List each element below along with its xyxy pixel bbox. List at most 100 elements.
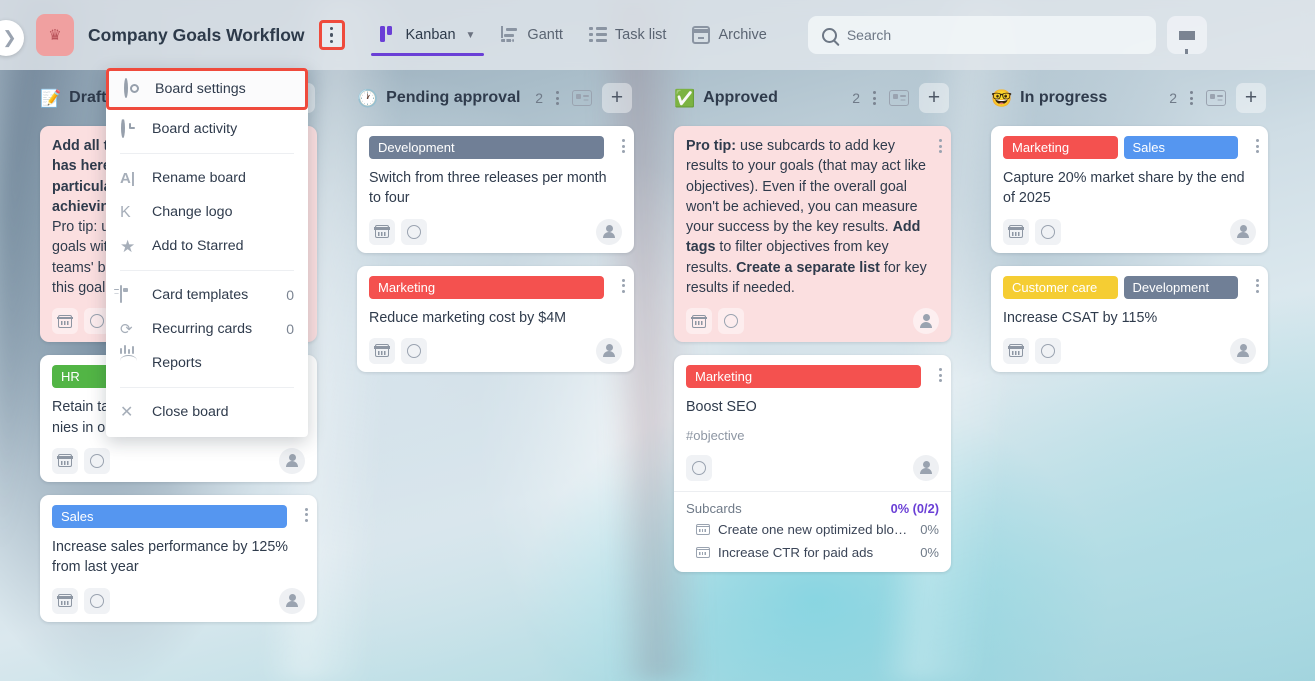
tag[interactable]: Sales [52,504,287,528]
avatar[interactable] [279,447,305,474]
tab-kanban[interactable]: Kanban ▼ [367,0,489,70]
card-menu-button[interactable] [622,139,625,153]
card-tags: Sales [52,504,305,528]
board-logo[interactable]: ♛ [36,14,74,56]
avatar[interactable] [279,587,305,614]
subcard-row[interactable]: Create one new optimized blog pos... 0% [686,518,939,541]
subcards-label: Subcards [686,500,742,516]
tab-gantt-label: Gantt [527,27,563,43]
card[interactable]: Marketing Sales Capture 20% market share… [991,126,1268,253]
column-card-count: 2 [1169,90,1177,106]
tab-task-list[interactable]: Task list [576,0,680,70]
card-menu-button[interactable] [622,278,625,293]
card-menu-button[interactable] [939,368,942,383]
close-x-icon: ✕ [120,403,134,421]
column-menu-button[interactable] [551,87,564,109]
avatar[interactable] [596,218,622,245]
card[interactable]: Pro tip: use subcards to add key results… [674,126,951,343]
status-circle-icon[interactable] [686,454,712,481]
filter-funnel-icon [1178,30,1195,54]
card-text: Boost SEO [686,399,757,416]
menu-item-add-to-starred[interactable]: ★ Add to Starred [106,229,308,263]
card-menu-button[interactable] [939,139,942,153]
search-box[interactable] [807,16,1156,54]
board-menu-button[interactable] [318,20,345,50]
calendar-icon[interactable] [686,308,712,335]
status-circle-icon[interactable] [84,587,110,614]
search-input[interactable] [846,27,1142,43]
tag[interactable]: Development [1123,275,1238,299]
column-menu-button[interactable] [1185,87,1198,109]
refresh-cycle-icon: ⟳ [120,320,133,338]
calendar-icon[interactable] [52,308,78,335]
avatar[interactable] [596,337,622,364]
card-tags: Marketing [369,275,622,299]
calendar-icon[interactable] [369,337,395,364]
chevron-down-icon[interactable]: ▼ [466,30,476,41]
subcard-row[interactable]: Increase CTR for paid ads 0% [686,541,939,564]
avatar[interactable] [1230,337,1256,364]
archive-icon [692,26,711,44]
card-menu-button[interactable] [1256,278,1259,293]
top-bar: ♛ Company Goals Workflow Kanban ▼ Gantt … [0,0,1315,70]
menu-item-label: Board activity [152,121,238,137]
avatar[interactable] [913,454,939,481]
menu-item-recurring-cards[interactable]: ⟳ Recurring cards 0 [106,312,308,346]
status-circle-icon[interactable] [401,218,427,245]
tag[interactable]: Customer care [1003,275,1118,299]
calendar-icon[interactable] [369,218,395,245]
status-circle-icon[interactable] [84,447,110,474]
menu-item-card-templates[interactable]: Card templates 0 [106,278,308,312]
card[interactable]: Marketing Reduce marketing cost by $4M [357,265,634,372]
card[interactable]: Marketing Boost SEO #objective Subcards … [674,355,951,572]
card-template-icon[interactable] [572,90,592,106]
status-circle-icon[interactable] [1035,337,1061,364]
filter-button[interactable] [1166,16,1207,54]
tag[interactable]: Development [369,136,604,159]
card-menu-button[interactable] [305,507,308,522]
card-menu-button[interactable] [1256,139,1259,153]
status-circle-icon[interactable] [1035,218,1061,245]
subcard-label: Create one new optimized blog pos... [718,521,913,537]
menu-divider [120,270,294,271]
menu-item-close-board[interactable]: ✕ Close board [106,395,308,429]
clock-icon: 🕐 [357,88,379,108]
card-template-icon[interactable] [889,90,909,106]
sidebar-expand-button[interactable]: ❯ [0,20,24,56]
avatar[interactable] [1230,218,1256,245]
menu-item-reports[interactable]: Reports [106,344,308,380]
card-tags: Marketing [686,365,939,389]
card-footer [1003,218,1256,245]
add-card-button[interactable]: + [1236,83,1266,113]
column-header-approved: ✅ Approved 2 + [674,70,951,126]
menu-item-label: Card templates [152,287,249,303]
tag[interactable]: Sales [1123,136,1238,159]
column-title: Pending approval [386,89,521,106]
avatar[interactable] [913,308,939,335]
card[interactable]: Customer care Development Increase CSAT … [991,265,1268,372]
calendar-icon[interactable] [1003,218,1029,245]
card-template-icon[interactable] [1206,90,1226,106]
menu-item-count: 0 [286,287,294,303]
menu-item-change-logo[interactable]: K Change logo [106,195,308,229]
tag[interactable]: Marketing [1003,136,1118,159]
star-icon: ★ [120,236,136,256]
add-card-button[interactable]: + [919,83,949,113]
column-menu-button[interactable] [868,87,881,109]
status-circle-icon[interactable] [718,308,744,335]
tab-archive[interactable]: Archive [679,0,779,70]
menu-item-board-activity[interactable]: Board activity [106,112,308,146]
menu-item-rename-board[interactable]: A| Rename board [106,161,308,195]
tab-gantt[interactable]: Gantt [488,0,575,70]
card[interactable]: Development Switch from three releases p… [357,126,634,253]
status-circle-icon[interactable] [401,337,427,364]
tag[interactable]: Marketing [369,275,604,299]
add-card-button[interactable]: + [602,83,632,113]
tag[interactable]: Marketing [686,365,921,389]
card[interactable]: Sales Increase sales performance by 125%… [40,494,317,622]
calendar-icon[interactable] [52,447,78,474]
calendar-icon[interactable] [1003,337,1029,364]
menu-item-board-settings[interactable]: Board settings [106,68,308,110]
calendar-icon[interactable] [52,587,78,614]
check-mark-icon: ✅ [674,88,696,108]
